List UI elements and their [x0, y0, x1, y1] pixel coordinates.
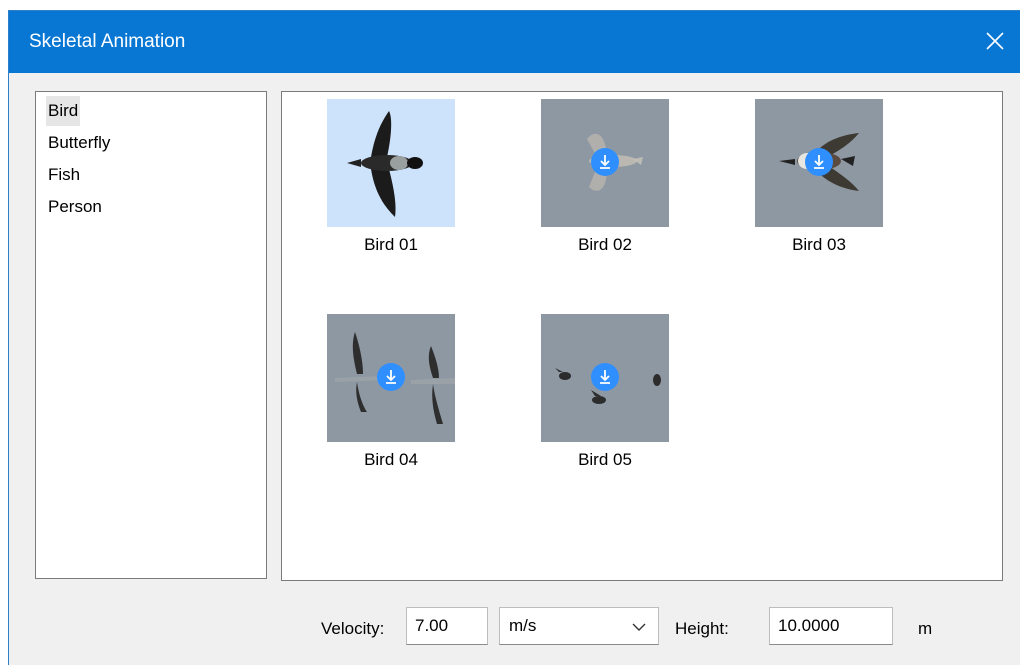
- chevron-down-icon: [632, 623, 646, 631]
- window-title: Skeletal Animation: [29, 31, 186, 52]
- thumbnail-label: Bird 02: [578, 235, 632, 254]
- download-badge[interactable]: [591, 148, 619, 176]
- skeletal-animation-dialog: Skeletal Animation Bird Butterfly Fish P…: [8, 10, 1020, 665]
- velocity-input[interactable]: 7.00: [406, 607, 488, 645]
- thumbnail: [327, 99, 455, 227]
- title-bar: Skeletal Animation: [9, 11, 1020, 73]
- download-badge[interactable]: [377, 363, 405, 391]
- close-button[interactable]: [968, 11, 1020, 73]
- thumbnail: [541, 99, 669, 227]
- gallery-item-bird-03[interactable]: Bird 03: [755, 99, 883, 254]
- velocity-label: Velocity:: [321, 619, 385, 638]
- gallery-item-bird-05[interactable]: Bird 05: [541, 314, 669, 469]
- height-label: Height:: [675, 619, 729, 638]
- thumbnail-label: Bird 04: [364, 450, 418, 469]
- thumbnail-label: Bird 05: [578, 450, 632, 469]
- download-badge[interactable]: [591, 363, 619, 391]
- download-icon: [600, 370, 610, 384]
- category-item-person[interactable]: Person: [46, 192, 104, 222]
- gallery-item-bird-01[interactable]: Bird 01: [327, 99, 455, 254]
- close-icon: [986, 32, 1004, 50]
- download-icon: [814, 155, 824, 169]
- animation-gallery: Bird 01 Bird 02 Bird 03 Bird 04 Bird 05: [281, 91, 1003, 581]
- gallery-item-bird-02[interactable]: Bird 02: [541, 99, 669, 254]
- thumbnail: [541, 314, 669, 442]
- gallery-item-bird-04[interactable]: Bird 04: [327, 314, 455, 469]
- velocity-unit-value: m/s: [509, 616, 537, 635]
- category-item-bird[interactable]: Bird: [46, 96, 81, 126]
- thumbnail: [327, 314, 455, 442]
- bird-image: [347, 111, 423, 217]
- category-item-fish[interactable]: Fish: [46, 160, 82, 190]
- category-item-butterfly[interactable]: Butterfly: [46, 128, 112, 158]
- thumbnail-label: Bird 01: [364, 235, 418, 254]
- velocity-unit-select[interactable]: m/s: [499, 607, 659, 645]
- download-icon: [386, 370, 396, 384]
- download-icon: [600, 155, 610, 169]
- height-unit-label: m: [918, 619, 933, 638]
- category-list[interactable]: Bird Butterfly Fish Person: [35, 91, 267, 579]
- height-input[interactable]: 10.0000: [769, 607, 893, 645]
- download-badge[interactable]: [805, 148, 833, 176]
- thumbnail-label: Bird 03: [792, 235, 846, 254]
- thumbnail: [755, 99, 883, 227]
